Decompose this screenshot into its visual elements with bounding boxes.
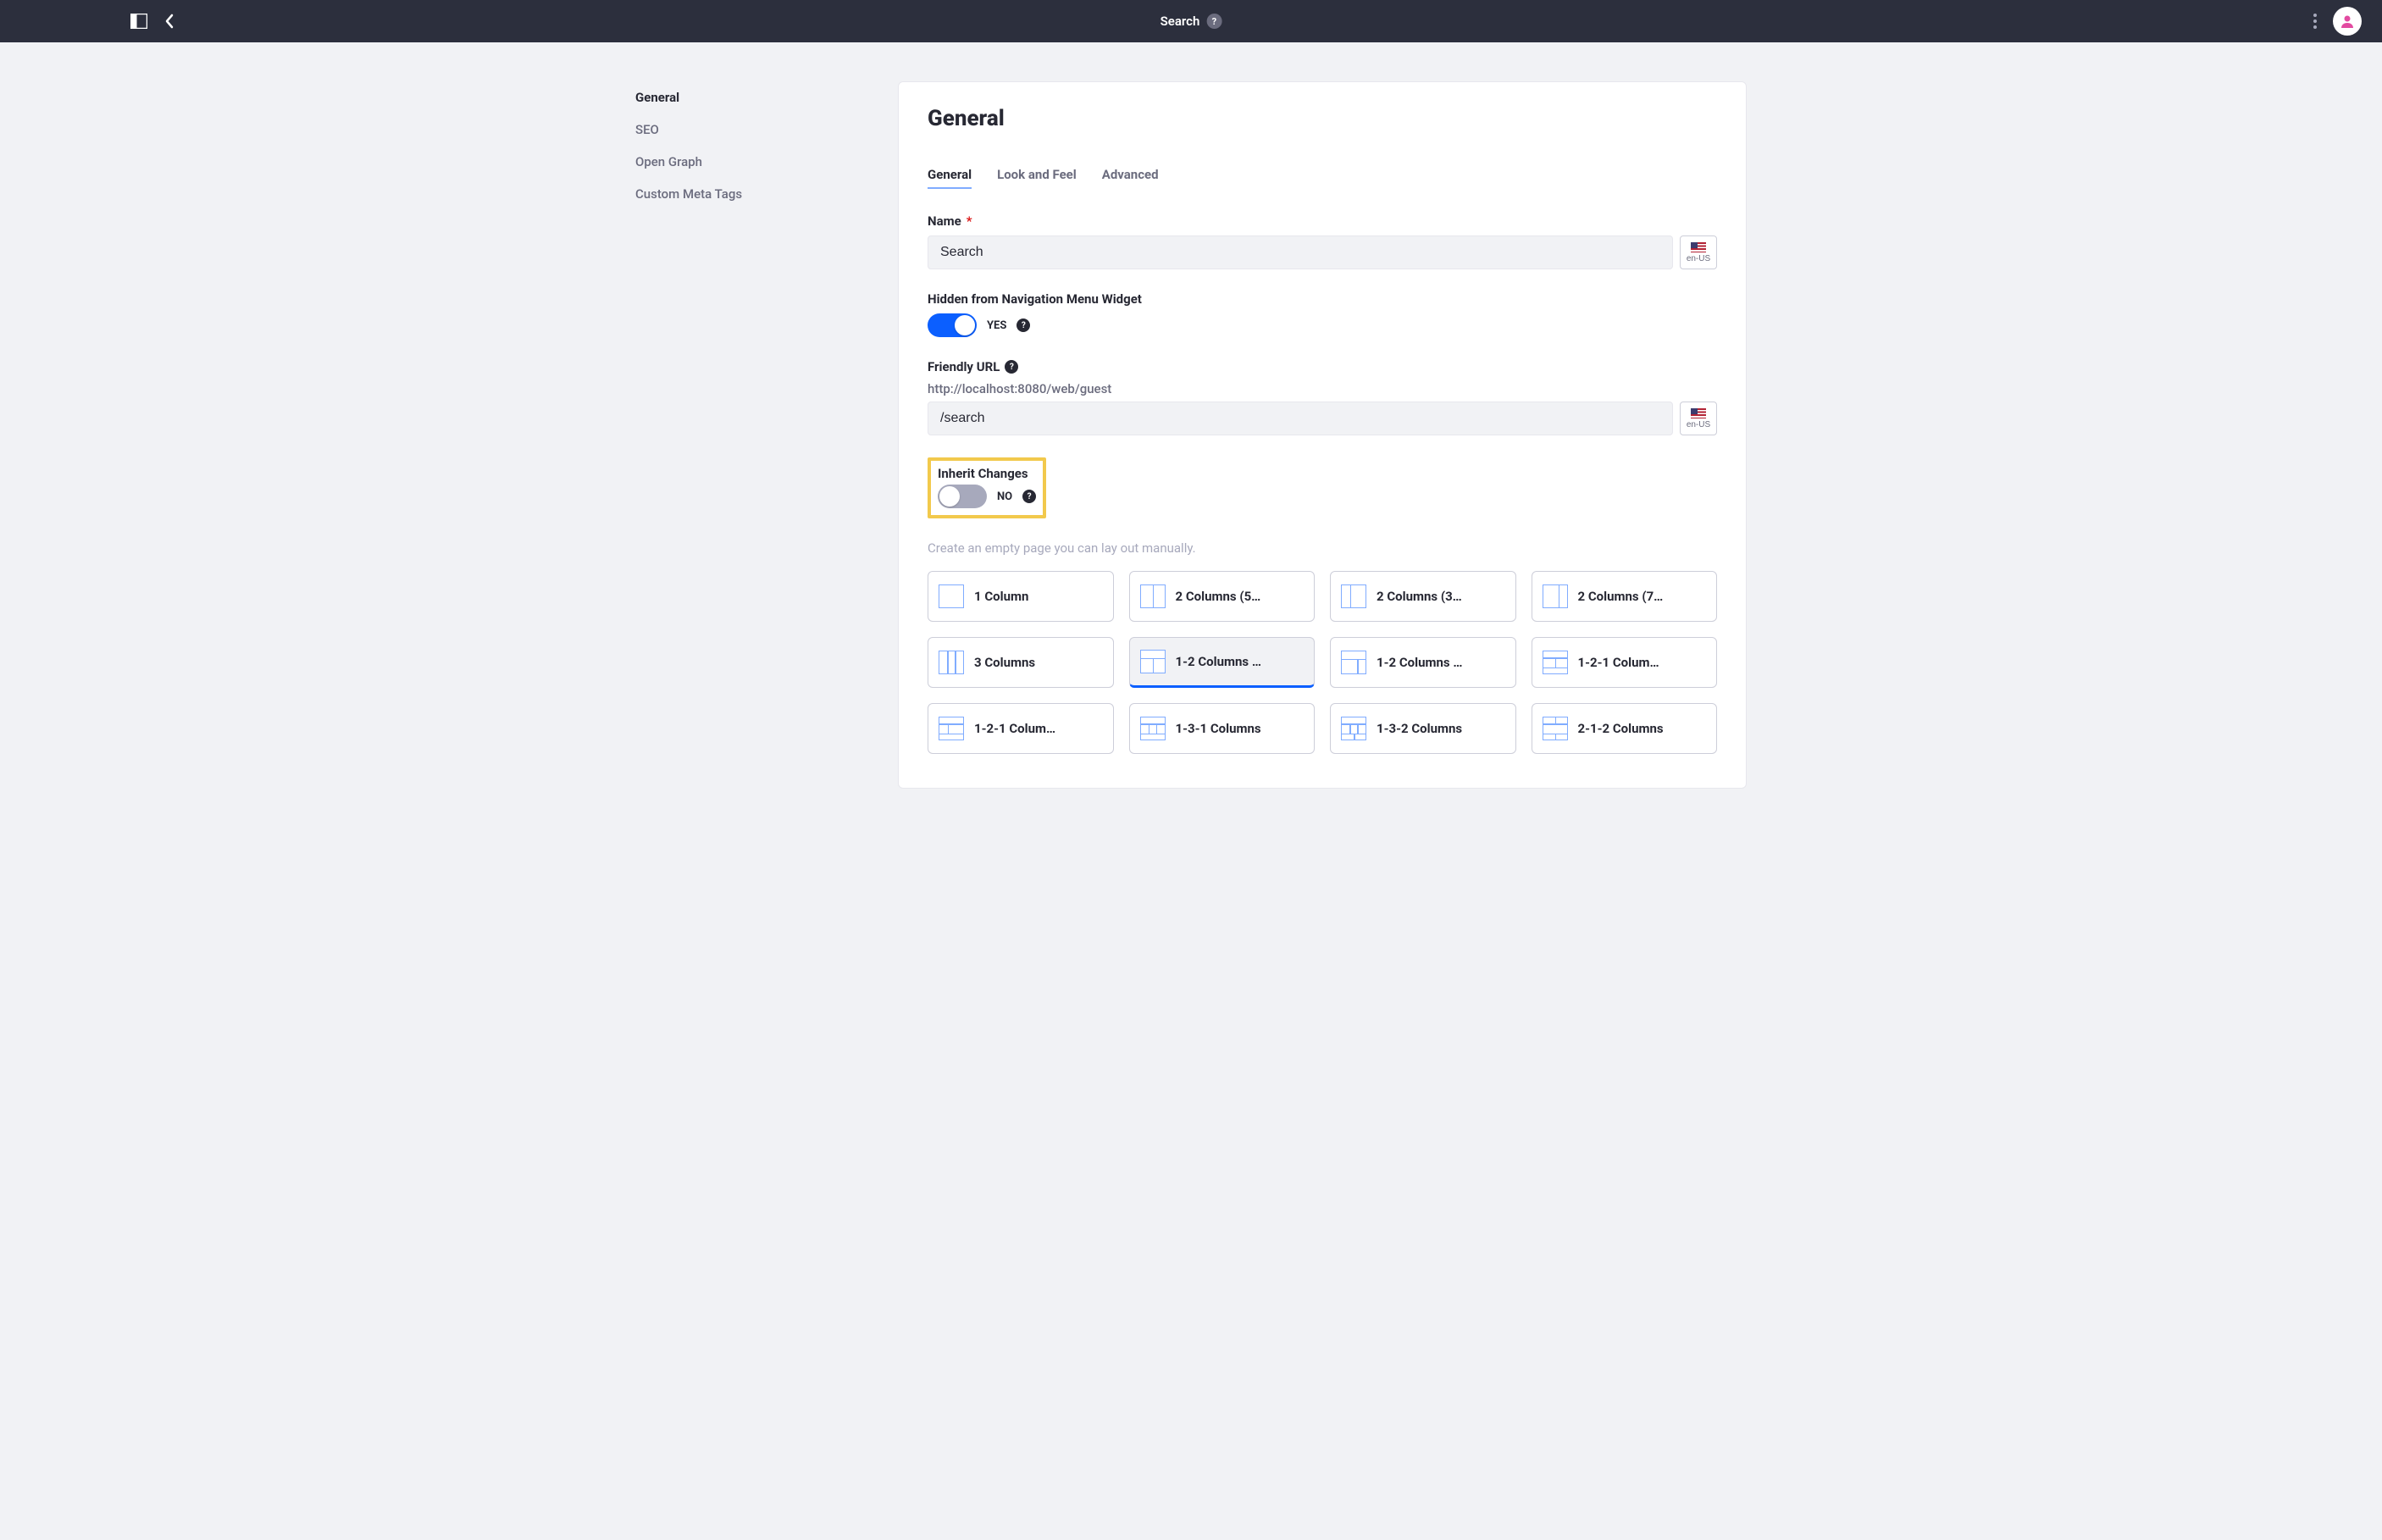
settings-sidebar: General SEO Open Graph Custom Meta Tags	[635, 81, 864, 789]
layout-thumb-icon	[1341, 717, 1366, 740]
hidden-label: Hidden from Navigation Menu Widget	[928, 291, 1142, 307]
locale-code: en-US	[1687, 420, 1710, 429]
layout-option-label: 2 Columns (7…	[1578, 589, 1664, 604]
inherit-highlight: Inherit Changes NO ?	[928, 457, 1046, 518]
layout-option[interactable]: 1-2-1 Colum…	[928, 703, 1114, 754]
inherit-label: Inherit Changes	[938, 466, 1028, 481]
layout-thumb-icon	[1341, 651, 1366, 674]
layout-option-label: 2-1-2 Columns	[1578, 721, 1664, 736]
page-header-title: Search	[1161, 14, 1200, 29]
layout-option[interactable]: 1-3-1 Columns	[1129, 703, 1316, 754]
hidden-help-icon[interactable]: ?	[1017, 319, 1030, 332]
inherit-field: Inherit Changes NO ?	[928, 457, 1717, 518]
required-asterisk: *	[967, 213, 972, 229]
friendly-url-field: Friendly URL ? http://localhost:8080/web…	[928, 359, 1717, 435]
layout-option-label: 1-3-2 Columns	[1377, 721, 1462, 736]
tab-look-and-feel[interactable]: Look and Feel	[997, 162, 1077, 189]
tab-advanced[interactable]: Advanced	[1102, 162, 1159, 189]
layout-thumb-icon	[1140, 650, 1166, 673]
layout-option[interactable]: 1-2 Columns …	[1129, 637, 1316, 688]
app-header: Search ?	[0, 0, 2382, 42]
layout-option[interactable]: 2 Columns (7…	[1532, 571, 1718, 622]
us-flag-icon	[1691, 242, 1706, 252]
layout-option-label: 2 Columns (5…	[1176, 589, 1261, 604]
layout-thumb-icon	[1543, 717, 1568, 740]
layout-option-label: 1-2 Columns …	[1377, 655, 1462, 670]
tab-general[interactable]: General	[928, 162, 972, 189]
layout-thumb-icon	[939, 717, 964, 740]
layout-thumb-icon	[1140, 584, 1166, 608]
friendly-url-help-icon[interactable]: ?	[1005, 360, 1018, 374]
friendly-url-input[interactable]	[928, 402, 1673, 435]
layout-thumb-icon	[1140, 717, 1166, 740]
sidebar-item-open-graph[interactable]: Open Graph	[635, 146, 864, 178]
layout-thumb-icon	[1341, 584, 1366, 608]
layout-option-label: 2 Columns (3…	[1377, 589, 1462, 604]
friendly-url-prefix: http://localhost:8080/web/guest	[928, 381, 1717, 396]
inherit-help-icon[interactable]: ?	[1022, 490, 1036, 503]
layout-option[interactable]: 1-2-1 Colum…	[1532, 637, 1718, 688]
hidden-toggle[interactable]	[928, 313, 977, 337]
layout-option[interactable]: 2 Columns (5…	[1129, 571, 1316, 622]
layout-thumb-icon	[939, 584, 964, 608]
hidden-field: Hidden from Navigation Menu Widget YES ?	[928, 291, 1717, 337]
layout-option[interactable]: 3 Columns	[928, 637, 1114, 688]
layout-template-grid: 1 Column 2 Columns (5… 2 Columns (3… 2 Colu…	[928, 571, 1717, 754]
layout-option-label: 1-2 Columns …	[1176, 654, 1261, 669]
locale-code: en-US	[1687, 254, 1710, 263]
layout-thumb-icon	[1543, 584, 1568, 608]
layout-hint: Create an empty page you can lay out man…	[928, 540, 1717, 556]
panel-title: General	[928, 106, 1717, 131]
layout-thumb-icon	[1543, 651, 1568, 674]
layout-option-label: 1 Column	[974, 589, 1028, 604]
back-icon[interactable]	[164, 14, 174, 29]
name-field: Name * en-US	[928, 213, 1717, 269]
friendly-url-label: Friendly URL	[928, 359, 1000, 374]
layout-option-label: 1-2-1 Colum…	[1578, 655, 1659, 670]
settings-panel: General General Look and Feel Advanced N…	[898, 81, 1747, 789]
inherit-toggle-state: NO	[997, 490, 1012, 503]
kebab-menu-icon[interactable]	[2313, 13, 2318, 30]
inherit-toggle[interactable]	[938, 485, 987, 508]
sidebar-item-seo[interactable]: SEO	[635, 114, 864, 146]
layout-option-label: 3 Columns	[974, 655, 1035, 670]
name-locale-button[interactable]: en-US	[1680, 235, 1717, 269]
layout-option[interactable]: 2-1-2 Columns	[1532, 703, 1718, 754]
hidden-toggle-state: YES	[987, 319, 1006, 332]
layout-option-label: 1-3-1 Columns	[1176, 721, 1261, 736]
sidebar-item-custom-meta-tags[interactable]: Custom Meta Tags	[635, 178, 864, 210]
panel-toggle-icon[interactable]	[130, 14, 147, 29]
settings-tabs: General Look and Feel Advanced	[928, 162, 1717, 190]
name-label: Name	[928, 213, 961, 229]
layout-option[interactable]: 1-2 Columns …	[1330, 637, 1516, 688]
friendly-url-locale-button[interactable]: en-US	[1680, 402, 1717, 435]
sidebar-item-general[interactable]: General	[635, 81, 864, 114]
layout-option[interactable]: 1-3-2 Columns	[1330, 703, 1516, 754]
user-avatar[interactable]	[2333, 7, 2362, 36]
us-flag-icon	[1691, 408, 1706, 418]
layout-option[interactable]: 2 Columns (3…	[1330, 571, 1516, 622]
layout-option[interactable]: 1 Column	[928, 571, 1114, 622]
name-input[interactable]	[928, 235, 1673, 269]
layout-thumb-icon	[939, 651, 964, 674]
help-icon[interactable]: ?	[1206, 14, 1221, 29]
layout-option-label: 1-2-1 Colum…	[974, 721, 1055, 736]
